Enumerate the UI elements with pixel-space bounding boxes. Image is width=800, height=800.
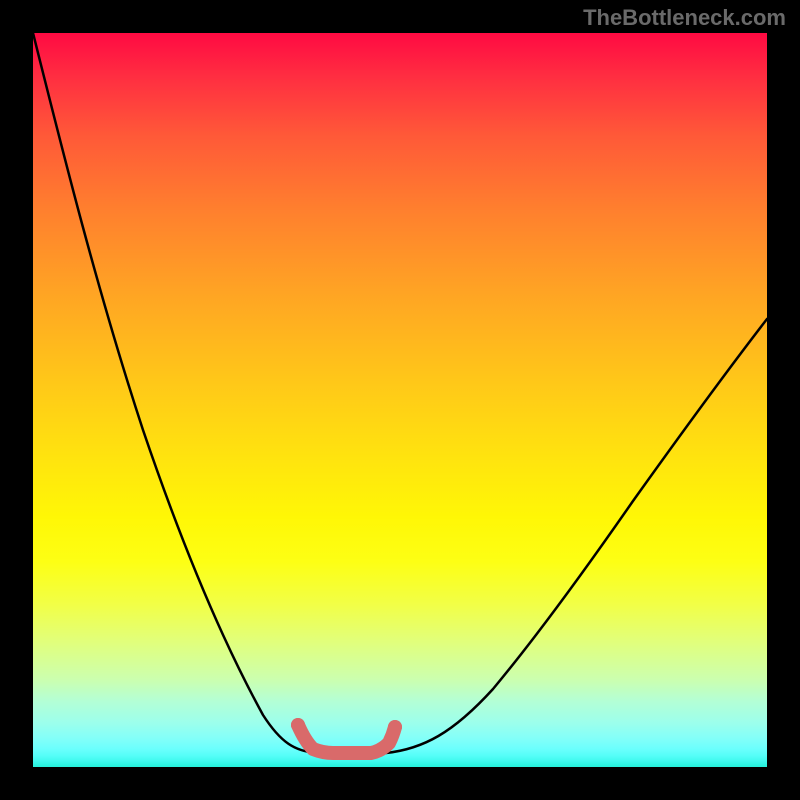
chart-curves [33, 33, 767, 767]
bottom-highlight-segment [298, 725, 395, 753]
watermark-text: TheBottleneck.com [583, 5, 786, 31]
right-curve [386, 319, 767, 753]
left-curve [33, 33, 316, 753]
segment-endpoint-right [388, 720, 402, 734]
plot-area [33, 33, 767, 767]
segment-endpoint-left [291, 718, 305, 732]
